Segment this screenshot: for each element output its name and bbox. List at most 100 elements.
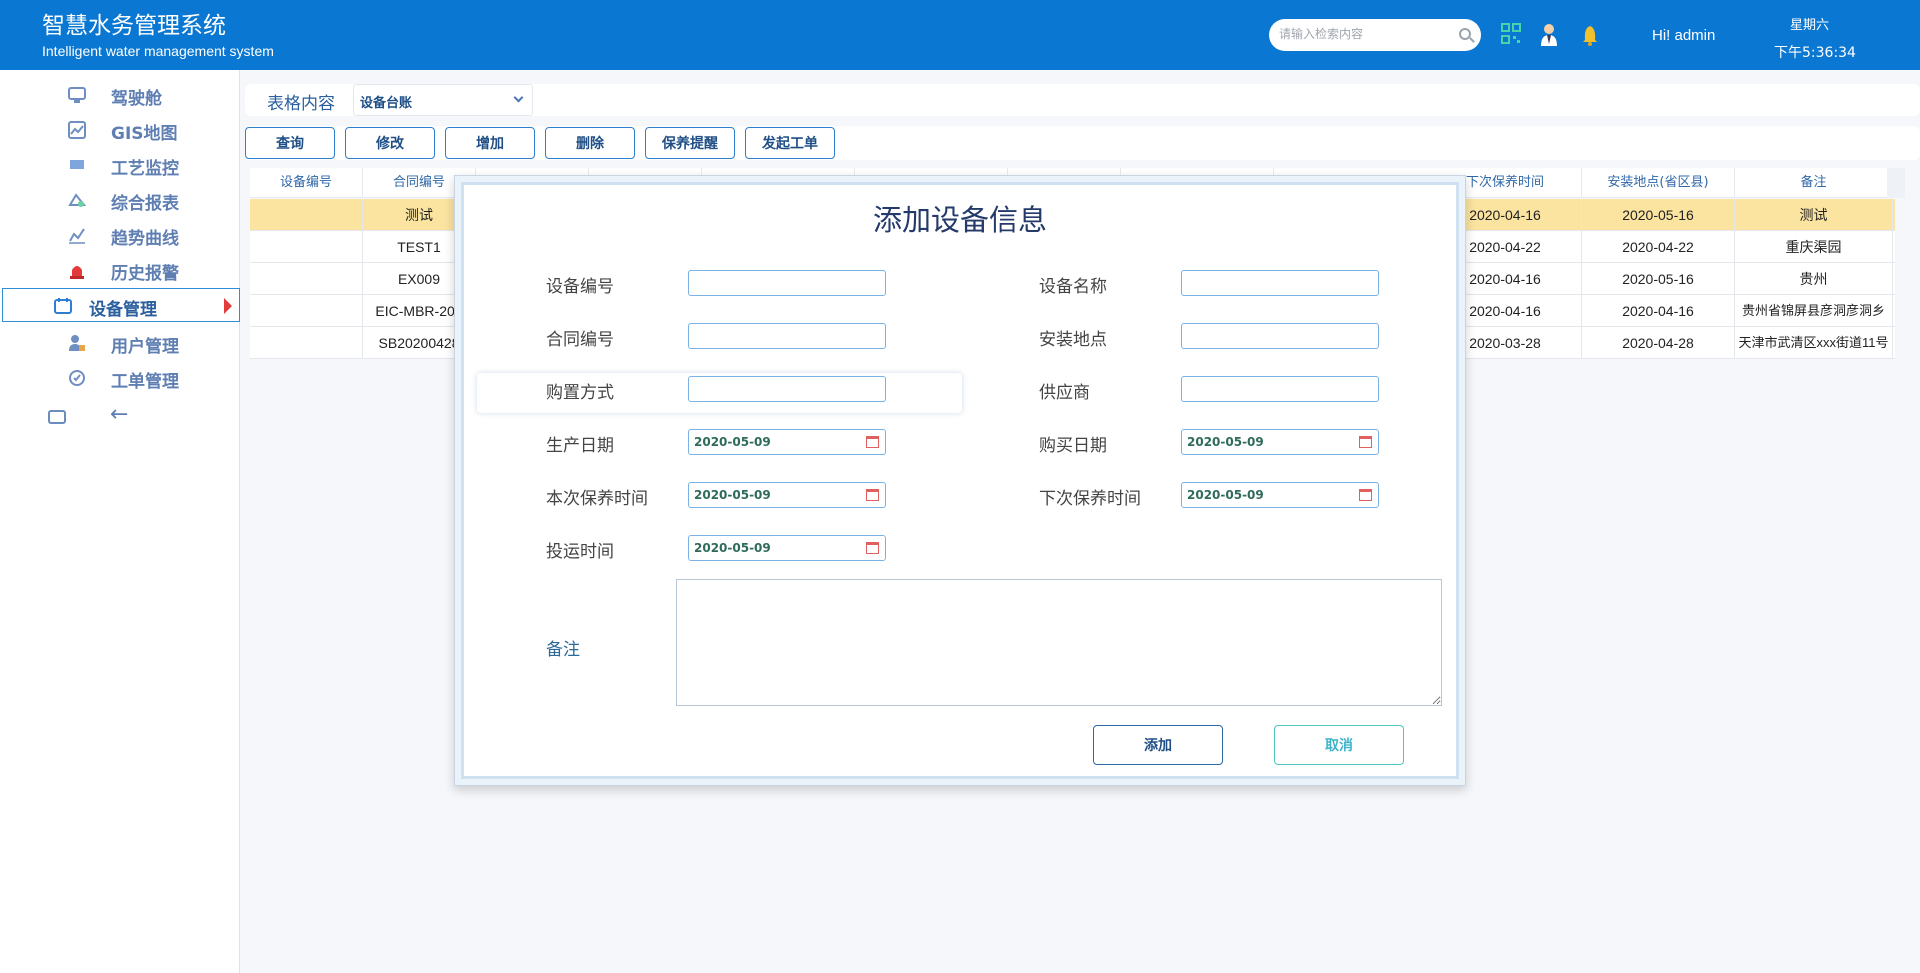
sidebar-item-gis-map[interactable]: GIS地图 — [0, 113, 240, 147]
field-production-date: 生产日期 2020-05-09 — [546, 423, 926, 463]
top-header: 智慧水务管理系统 Intelligent water management sy… — [0, 0, 1920, 70]
user-icon[interactable] — [1538, 22, 1560, 48]
dialog-body: 添加设备信息 设备编号 合同编号 购置方式 生产日期 2020-05-09 本次… — [461, 182, 1459, 779]
cell-note: 天津市武清区xxx街道11号 — [1735, 327, 1893, 359]
purchase-method-input[interactable] — [688, 376, 886, 402]
back-arrow-icon[interactable]: ← — [110, 402, 128, 427]
cell-device-no — [250, 295, 363, 327]
next-maintenance-date-picker[interactable]: 2020-05-09 — [1181, 482, 1379, 508]
field-next-maintenance: 下次保养时间 2020-05-09 — [1039, 476, 1419, 516]
field-device-name: 设备名称 — [1039, 264, 1419, 304]
notes-textarea[interactable] — [676, 579, 1442, 706]
device-no-input[interactable] — [688, 270, 886, 296]
query-button[interactable]: 查询 — [245, 127, 335, 159]
cell-install-site: 2020-04-22 — [1582, 231, 1735, 263]
user-greeting: Hi! admin — [1652, 27, 1716, 44]
user-manage-icon — [68, 334, 86, 352]
calendar-icon[interactable] — [866, 489, 879, 501]
device-name-input[interactable] — [1181, 270, 1379, 296]
cell-install-site: 2020-05-16 — [1582, 263, 1735, 295]
equipment-icon — [54, 297, 72, 315]
create-work-order-button[interactable]: 发起工单 — [745, 127, 835, 159]
filter-bar: 表格内容 设备台账 — [245, 84, 1920, 116]
sidebar-item-user-manage[interactable]: 用户管理 — [0, 326, 240, 360]
column-header[interactable]: 设备编号 — [250, 168, 363, 198]
cell-device-no — [250, 263, 363, 295]
cell-device-no — [250, 199, 363, 231]
commission-date-picker[interactable]: 2020-05-09 — [688, 535, 886, 561]
app-subtitle: Intelligent water management system — [42, 43, 274, 59]
field-label: 生产日期 — [546, 436, 614, 456]
sidebar-item-work-order[interactable]: 工单管理 — [0, 361, 240, 395]
collapse-icon[interactable] — [48, 410, 66, 424]
bell-icon[interactable] — [1579, 22, 1601, 48]
sidebar-item-label: 综合报表 — [111, 194, 179, 214]
field-purchase-date: 购买日期 2020-05-09 — [1039, 423, 1419, 463]
table-type-select[interactable]: 设备台账 — [353, 84, 533, 116]
column-header[interactable]: 备注 — [1735, 168, 1893, 198]
this-maintenance-date-picker[interactable]: 2020-05-09 — [688, 482, 886, 508]
sidebar-item-label: 趋势曲线 — [111, 229, 179, 249]
sidebar-item-label: 历史报警 — [111, 264, 179, 284]
cell-note: 重庆渠园 — [1735, 231, 1893, 263]
date-value: 2020-05-09 — [694, 488, 771, 502]
sidebar-item-reports[interactable]: 综合报表 — [0, 183, 240, 217]
calendar-icon[interactable] — [866, 436, 879, 448]
chevron-down-icon[interactable] — [513, 92, 524, 103]
sidebar-item-history-alarm[interactable]: 历史报警 — [0, 253, 240, 287]
production-date-picker[interactable]: 2020-05-09 — [688, 429, 886, 455]
field-label: 合同编号 — [546, 330, 614, 350]
date-value: 2020-05-09 — [1187, 435, 1264, 449]
field-commission-date: 投运时间 2020-05-09 — [546, 529, 926, 569]
sidebar-item-dashboard[interactable]: 驾驶舱 — [0, 78, 240, 112]
maintenance-reminder-button[interactable]: 保养提醒 — [645, 127, 735, 159]
sidebar-collapse-row[interactable]: ← — [0, 400, 240, 432]
search-input[interactable] — [1277, 26, 1455, 42]
cell-install-site: 2020-04-16 — [1582, 295, 1735, 327]
edit-button[interactable]: 修改 — [345, 127, 435, 159]
install-site-input[interactable] — [1181, 323, 1379, 349]
supplier-input[interactable] — [1181, 376, 1379, 402]
sidebar-item-trend[interactable]: 趋势曲线 — [0, 218, 240, 252]
trend-icon — [68, 226, 86, 244]
field-label: 本次保养时间 — [546, 489, 648, 509]
alarm-icon — [68, 261, 86, 279]
add-device-dialog: 添加设备信息 设备编号 合同编号 购置方式 生产日期 2020-05-09 本次… — [454, 175, 1466, 786]
sidebar-item-label: GIS地图 — [111, 124, 178, 144]
column-header[interactable]: 安装地点(省区县) — [1582, 168, 1735, 198]
qr-code-icon[interactable] — [1500, 22, 1522, 48]
sidebar-item-label: 设备管理 — [89, 300, 157, 320]
cell-note: 测试 — [1735, 199, 1893, 231]
search-box[interactable] — [1269, 19, 1481, 51]
dashboard-icon — [68, 86, 86, 104]
sidebar-item-process-monitor[interactable]: 工艺监控 — [0, 148, 240, 182]
search-icon[interactable] — [1459, 28, 1471, 40]
field-label: 供应商 — [1039, 383, 1090, 403]
calendar-icon[interactable] — [1359, 489, 1372, 501]
purchase-date-picker[interactable]: 2020-05-09 — [1181, 429, 1379, 455]
cell-install-site: 2020-05-16 — [1582, 199, 1735, 231]
dialog-title: 添加设备信息 — [872, 203, 1047, 237]
cell-device-no — [250, 327, 363, 359]
calendar-icon[interactable] — [1359, 436, 1372, 448]
table-type-value: 设备台账 — [360, 96, 413, 111]
delete-button[interactable]: 删除 — [545, 127, 635, 159]
active-indicator-icon — [224, 298, 232, 314]
field-contract-no: 合同编号 — [546, 317, 926, 357]
scrollbar[interactable] — [1887, 168, 1905, 198]
field-label: 设备名称 — [1039, 277, 1107, 297]
work-order-icon — [68, 369, 86, 387]
weekday-label: 星期六 — [1790, 18, 1830, 33]
clock-time: 下午5:36:34 — [1774, 45, 1856, 61]
contract-no-input[interactable] — [688, 323, 886, 349]
sidebar-item-equipment[interactable]: 设备管理 — [2, 288, 240, 322]
field-supplier: 供应商 — [1039, 370, 1419, 410]
cancel-button[interactable]: 取消 — [1274, 725, 1404, 765]
confirm-add-button[interactable]: 添加 — [1093, 725, 1223, 765]
report-icon — [68, 191, 87, 209]
map-icon — [68, 121, 86, 139]
calendar-icon[interactable] — [866, 542, 879, 554]
field-purchase-method: 购置方式 — [546, 370, 926, 410]
add-button[interactable]: 增加 — [445, 127, 535, 159]
field-install-site: 安装地点 — [1039, 317, 1419, 357]
